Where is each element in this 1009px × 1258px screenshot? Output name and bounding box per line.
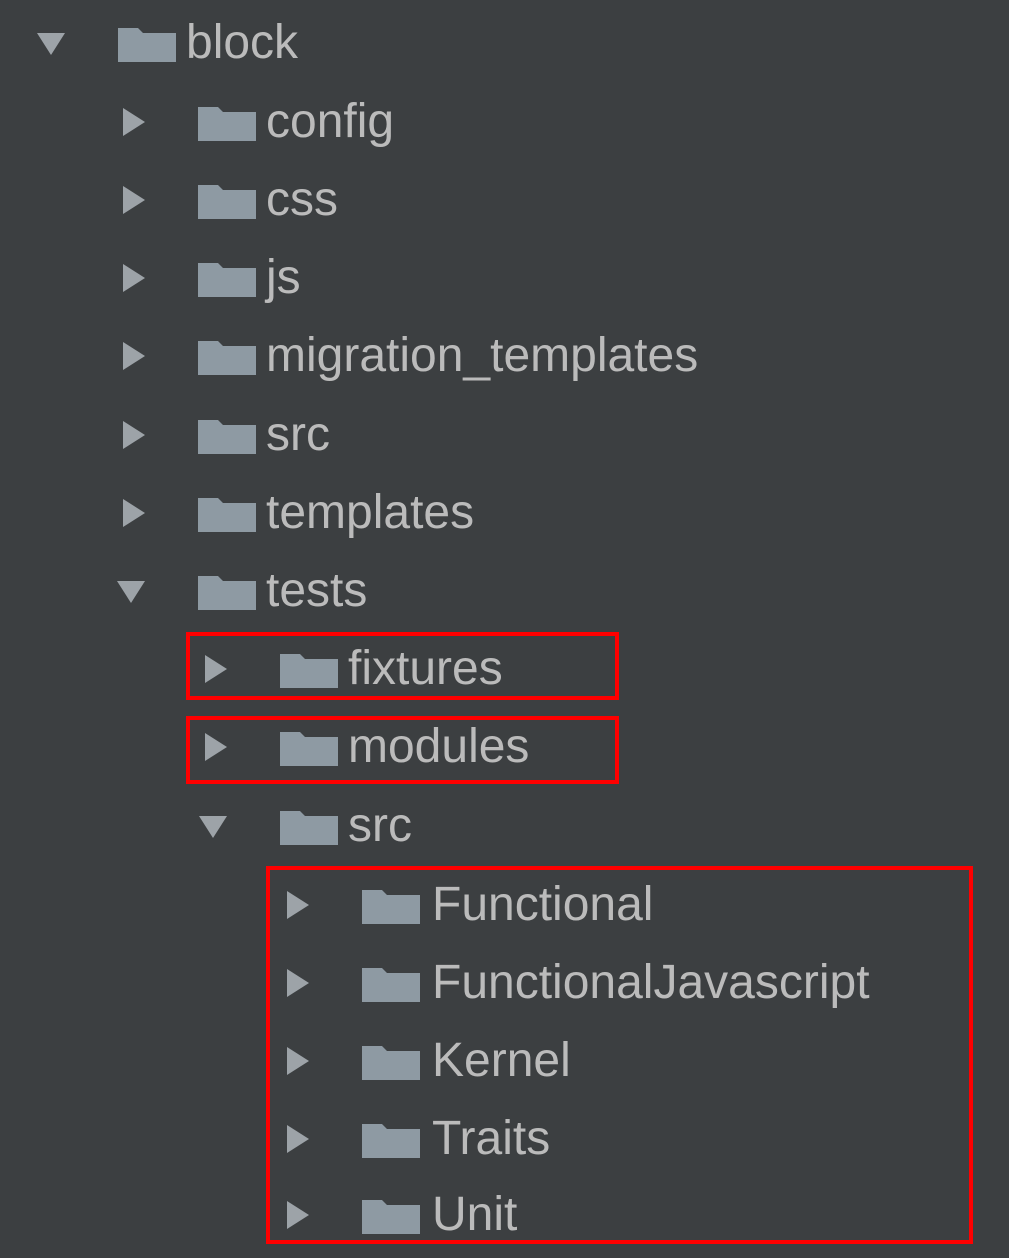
- chevron-right-icon[interactable]: [116, 496, 150, 530]
- chevron-down-icon[interactable]: [34, 26, 68, 60]
- tree-node-block[interactable]: block: [0, 4, 1009, 82]
- chevron-down-icon[interactable]: [196, 809, 230, 843]
- folder-icon: [362, 964, 420, 1002]
- tree-node-unit[interactable]: Unit: [0, 1176, 1009, 1254]
- chevron-right-icon[interactable]: [116, 418, 150, 452]
- tree-node-tests[interactable]: tests: [0, 552, 1009, 630]
- chevron-right-icon[interactable]: [280, 1122, 314, 1156]
- chevron-right-icon[interactable]: [116, 183, 150, 217]
- tree-node-migration-templates[interactable]: migration_templates: [0, 317, 1009, 395]
- tree-node-label: src: [266, 408, 330, 461]
- chevron-right-icon[interactable]: [280, 1044, 314, 1078]
- tree-node-config[interactable]: config: [0, 83, 1009, 161]
- project-tree: block config css js migration_templates …: [0, 0, 1009, 1258]
- tree-node-js[interactable]: js: [0, 239, 1009, 317]
- folder-icon: [198, 416, 256, 454]
- folder-icon: [280, 728, 338, 766]
- tree-node-label: tests: [266, 564, 368, 617]
- folder-icon: [198, 337, 256, 375]
- tree-node-label: Unit: [432, 1188, 518, 1241]
- folder-icon: [280, 807, 338, 845]
- folder-icon: [362, 1042, 420, 1080]
- tree-node-label: Traits: [432, 1112, 551, 1165]
- folder-icon: [362, 886, 420, 924]
- tree-node-label: templates: [266, 486, 475, 539]
- chevron-right-icon[interactable]: [116, 105, 150, 139]
- tree-node-kernel[interactable]: Kernel: [0, 1022, 1009, 1100]
- chevron-right-icon[interactable]: [280, 1198, 314, 1232]
- tree-node-label: modules: [348, 720, 530, 773]
- chevron-right-icon[interactable]: [198, 652, 232, 686]
- folder-icon: [280, 650, 338, 688]
- tree-node-label: css: [266, 173, 338, 226]
- tree-node-css[interactable]: css: [0, 161, 1009, 239]
- chevron-down-icon[interactable]: [114, 574, 148, 608]
- tree-node-label: src: [348, 799, 412, 852]
- tree-node-templates[interactable]: templates: [0, 474, 1009, 552]
- tree-node-label: migration_templates: [266, 329, 699, 382]
- tree-node-label: config: [266, 95, 395, 148]
- tree-node-tests-src[interactable]: src: [0, 787, 1009, 865]
- chevron-right-icon[interactable]: [280, 888, 314, 922]
- tree-node-traits[interactable]: Traits: [0, 1100, 1009, 1178]
- tree-node-label: block: [186, 16, 299, 69]
- chevron-right-icon[interactable]: [116, 261, 150, 295]
- tree-node-functional-javascript[interactable]: FunctionalJavascript: [0, 944, 1009, 1022]
- folder-icon: [198, 103, 256, 141]
- tree-node-label: FunctionalJavascript: [432, 956, 870, 1009]
- tree-node-label: Kernel: [432, 1034, 571, 1087]
- chevron-right-icon[interactable]: [198, 730, 232, 764]
- folder-icon: [118, 24, 176, 62]
- chevron-right-icon[interactable]: [116, 339, 150, 373]
- folder-icon: [198, 259, 256, 297]
- folder-icon: [198, 181, 256, 219]
- tree-node-fixtures[interactable]: fixtures: [0, 630, 1009, 708]
- folder-icon: [362, 1120, 420, 1158]
- tree-node-label: js: [266, 251, 301, 304]
- tree-node-label: Functional: [432, 878, 654, 931]
- tree-node-modules[interactable]: modules: [0, 708, 1009, 786]
- tree-node-functional[interactable]: Functional: [0, 866, 1009, 944]
- chevron-right-icon[interactable]: [280, 966, 314, 1000]
- tree-node-label: fixtures: [348, 642, 503, 695]
- tree-node-src[interactable]: src: [0, 396, 1009, 474]
- folder-icon: [198, 494, 256, 532]
- folder-icon: [198, 572, 256, 610]
- folder-icon: [362, 1196, 420, 1234]
